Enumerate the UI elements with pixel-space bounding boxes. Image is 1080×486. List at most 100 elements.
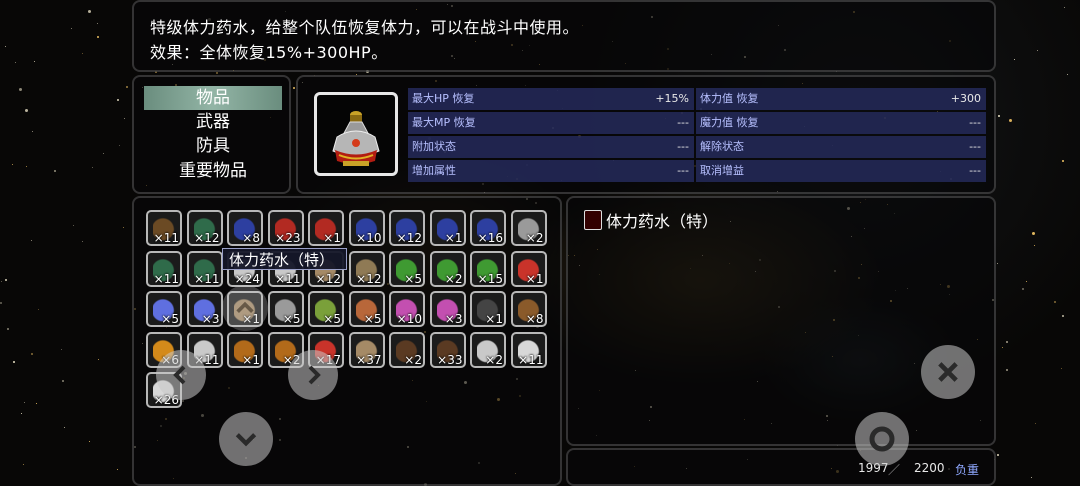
category-armor[interactable]: 防具 — [144, 134, 282, 158]
inventory-slot[interactable]: ×11 — [146, 210, 182, 246]
star — [1006, 369, 1008, 371]
star — [1022, 288, 1024, 290]
inventory-slot[interactable]: ×12 — [348, 250, 385, 287]
item-quantity: ×11 — [153, 231, 179, 245]
item-quantity: ×37 — [356, 352, 382, 367]
star — [64, 427, 65, 428]
inventory-slot[interactable]: ×11 — [510, 331, 547, 368]
item-quantity: ×1 — [242, 352, 260, 367]
chevron-left-icon — [173, 365, 186, 385]
star — [1006, 341, 1008, 343]
item-quantity: ×11 — [194, 271, 220, 286]
star — [98, 359, 99, 360]
star — [31, 353, 33, 355]
item-quantity: ×5 — [404, 271, 422, 286]
inventory-slot[interactable]: ×2 — [470, 331, 506, 368]
category-menu: 物品 武器 防具 重要物品 — [132, 75, 291, 194]
stat-remove-state: 解除状态 --- — [696, 136, 986, 158]
item-detail-panel: 体力药水（特） — [566, 196, 996, 446]
inventory-slot[interactable]: ×10 — [389, 291, 425, 327]
potion-icon — [584, 210, 602, 230]
confirm-button[interactable] — [855, 412, 909, 466]
star — [24, 402, 25, 403]
inventory-slot[interactable]: ×3 — [186, 291, 223, 327]
star — [54, 170, 56, 172]
star — [31, 240, 32, 241]
star — [1054, 301, 1056, 303]
scroll-left-button[interactable] — [156, 350, 206, 400]
star — [1067, 74, 1068, 75]
inventory-slot[interactable]: ×3 — [429, 291, 466, 327]
category-items[interactable]: 物品 — [144, 86, 282, 110]
inventory-slot[interactable]: ×5 — [146, 291, 182, 327]
inventory-slot[interactable]: ×8 — [227, 210, 263, 246]
inventory-slot[interactable]: ×12 — [186, 210, 223, 246]
inventory-slot[interactable]: ×2 — [510, 210, 547, 246]
stat-label: 解除状态 — [700, 140, 744, 153]
inventory-slot[interactable]: ×5 — [267, 291, 304, 327]
stat-label: 附加状态 — [412, 140, 456, 153]
circle-icon — [869, 426, 895, 452]
inventory-slot[interactable]: ×1 — [510, 250, 547, 287]
star — [1, 281, 2, 282]
star — [997, 454, 999, 456]
item-quantity: ×23 — [275, 231, 301, 245]
inventory-slot[interactable]: ×2 — [429, 250, 466, 287]
effect-text: 效果：全体恢复15%+300HP。 — [150, 43, 388, 62]
inventory-slot[interactable]: ×15 — [470, 250, 506, 287]
detail-item-name: 体力药水（特） — [606, 212, 719, 231]
close-button[interactable] — [921, 345, 975, 399]
star — [1062, 160, 1064, 162]
close-icon — [938, 362, 958, 382]
inventory-slot[interactable]: ×16 — [470, 210, 506, 246]
inventory-slot[interactable]: ×1 — [429, 210, 466, 246]
star — [1064, 7, 1065, 8]
item-info-panel: 最大HP 恢复 +15% 体力值 恢复 +300 最大MP 恢复 --- 魔力值 恢复… — [296, 75, 996, 194]
inventory-slot[interactable]: ×33 — [429, 331, 466, 368]
inventory-slot[interactable]: ×23 — [267, 210, 304, 246]
item-quantity: ×1 — [444, 231, 463, 245]
stat-label: 最大HP 恢复 — [412, 92, 475, 105]
scroll-up-button[interactable] — [222, 285, 268, 331]
category-weapons[interactable]: 武器 — [144, 110, 282, 134]
item-quantity: ×11 — [275, 271, 301, 286]
item-tooltip: 体力药水（特） — [222, 248, 347, 270]
star — [97, 23, 98, 24]
inventory-slot[interactable]: ×1 — [308, 210, 344, 246]
item-quantity: ×8 — [242, 231, 260, 245]
stat-remove-buff: 取消增益 --- — [696, 160, 986, 182]
inventory-slot[interactable]: ×12 — [389, 210, 425, 246]
item-quantity: ×11 — [518, 352, 544, 367]
inventory-slot[interactable]: ×11 — [186, 250, 223, 287]
scroll-down-button[interactable] — [219, 412, 273, 466]
inventory-slot[interactable]: ×5 — [389, 250, 425, 287]
inventory-slot[interactable]: ×5 — [348, 291, 385, 327]
item-quantity: ×3 — [444, 312, 463, 326]
category-key-items[interactable]: 重要物品 — [144, 159, 282, 183]
inventory-slot[interactable]: ×2 — [389, 331, 425, 368]
stat-hp: 体力值 恢复 +300 — [696, 88, 986, 110]
star — [1002, 347, 1003, 348]
inventory-slot[interactable]: ×8 — [510, 291, 547, 327]
star — [34, 61, 35, 62]
stat-add-state: 附加状态 --- — [408, 136, 694, 158]
star — [123, 227, 124, 228]
stat-value: --- — [677, 116, 689, 129]
item-quantity: ×24 — [234, 271, 260, 286]
weight-max: 2200 — [914, 461, 945, 475]
inventory-slot[interactable]: ×1 — [470, 291, 506, 327]
inventory-slot[interactable]: ×5 — [308, 291, 344, 327]
star — [26, 166, 27, 167]
description-text: 特级体力药水，给整个队伍恢复体力，可以在战斗中使用。 — [150, 18, 580, 37]
inventory-slot[interactable]: ×1 — [227, 331, 263, 368]
item-portrait — [314, 92, 398, 176]
inventory-slot[interactable]: ×37 — [348, 331, 385, 368]
star — [92, 167, 93, 168]
scroll-right-button[interactable] — [288, 350, 338, 400]
inventory-slot[interactable]: ×10 — [348, 210, 385, 246]
star — [1062, 315, 1064, 317]
chevron-up-icon — [236, 301, 254, 313]
inventory-slot[interactable]: ×11 — [146, 250, 182, 287]
star — [7, 328, 9, 330]
star — [25, 109, 28, 112]
